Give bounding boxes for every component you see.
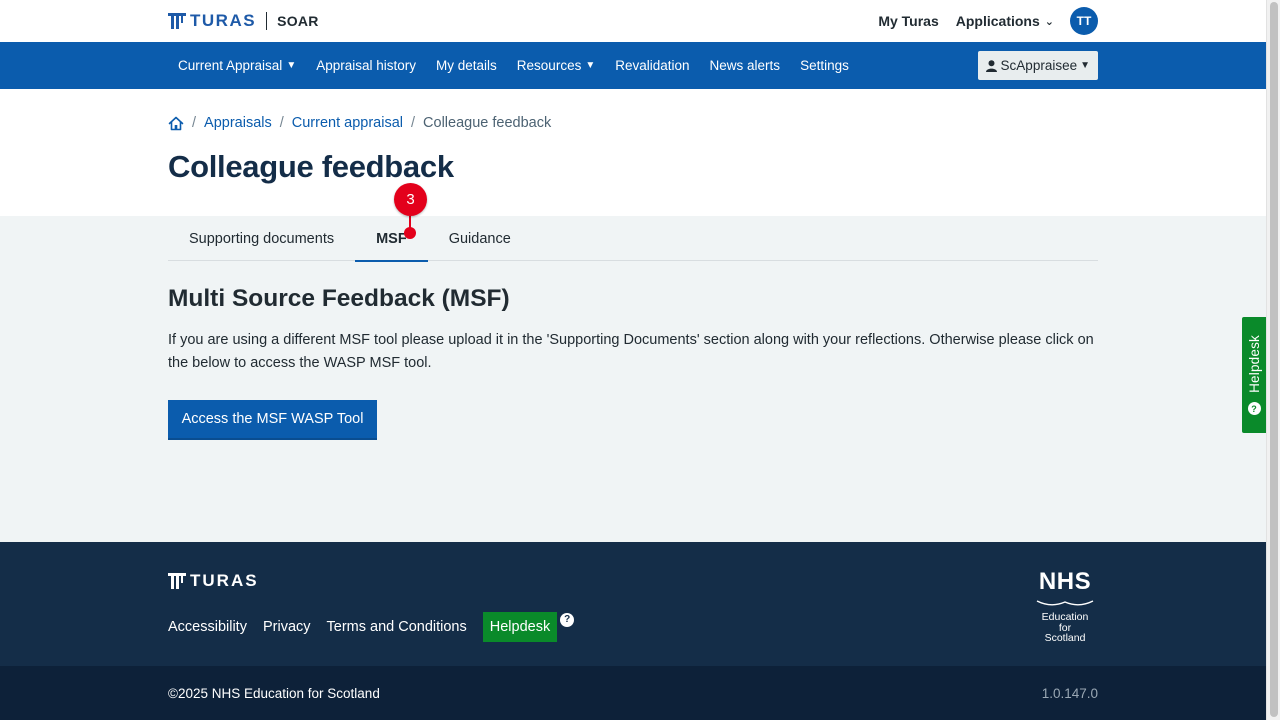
- section-description: If you are using a different MSF tool pl…: [168, 332, 1094, 371]
- nav-item-label: Resources: [516, 58, 582, 73]
- access-msf-wasp-tool-button[interactable]: Access the MSF WASP Tool: [168, 400, 377, 440]
- brand-divider: [266, 12, 268, 30]
- tab-msf[interactable]: MSF: [355, 216, 428, 262]
- nav-item-label: Current Appraisal: [178, 58, 283, 73]
- brand-name: TURAS: [190, 11, 257, 30]
- nhs-wordmark: NHS: [1038, 568, 1092, 595]
- copyright: ©2025 NHS Education for Scotland: [168, 686, 380, 701]
- tab-supporting-documents[interactable]: Supporting documents: [168, 216, 355, 261]
- turas-logo-icon: [168, 573, 186, 589]
- page: TURAS SOAR My Turas Applications ⌄ TT Cur…: [0, 0, 1266, 720]
- footer-brand: TURAS: [168, 571, 259, 591]
- nav-item-revalidation[interactable]: Revalidation: [615, 58, 689, 73]
- nav-item-news-alerts[interactable]: News alerts: [710, 58, 781, 73]
- breadcrumb-separator: /: [411, 115, 416, 131]
- nav-item-resources[interactable]: Resources ▼: [517, 58, 595, 73]
- top-header: TURAS SOAR My Turas Applications ⌄ TT: [0, 0, 1266, 42]
- breadcrumb-separator: /: [192, 115, 197, 131]
- nav-item-label: Appraisal history: [316, 58, 417, 73]
- help-icon: ?: [560, 612, 575, 627]
- nhs-wave-icon: [1036, 600, 1094, 606]
- step-marker: 3: [394, 183, 427, 216]
- nav-item-appraisal-history[interactable]: Appraisal history: [316, 58, 416, 73]
- footer-link-terms[interactable]: Terms and Conditions: [327, 619, 467, 635]
- breadcrumb-current-appraisal[interactable]: Current appraisal: [292, 115, 403, 131]
- top-links: My Turas Applications ⌄ TT: [861, 7, 1098, 35]
- footer: TURAS Accessibility Privacy Terms and Co…: [0, 542, 1266, 666]
- user-name: ScAppraisee: [1000, 58, 1078, 73]
- nav-item-current-appraisal[interactable]: Current Appraisal ▼: [168, 58, 296, 73]
- help-icon: ?: [1247, 402, 1261, 416]
- section-title: Multi Source Feedback (MSF): [168, 285, 510, 312]
- footer-brand-name: TURAS: [190, 571, 259, 590]
- nav-item-my-details[interactable]: My details: [436, 58, 497, 73]
- page-scrollbar[interactable]: [1266, 0, 1280, 720]
- app-version: 1.0.147.0: [1041, 686, 1098, 701]
- tab-guidance[interactable]: Guidance: [428, 216, 532, 261]
- nhs-sub-line-3: Scotland: [1044, 632, 1086, 644]
- chevron-down-icon: ▼: [1080, 60, 1090, 71]
- user-icon: [985, 59, 997, 72]
- nav-item-label: Revalidation: [615, 58, 690, 73]
- chevron-down-icon: ▼: [286, 60, 297, 71]
- chevron-down-icon: ⌄: [1044, 15, 1054, 28]
- footer-link-privacy[interactable]: Privacy: [263, 619, 311, 635]
- turas-logo-icon: [168, 13, 186, 29]
- nav-item-label: My details: [436, 58, 497, 73]
- home-icon[interactable]: [168, 116, 184, 131]
- main-nav: Current Appraisal ▼ Appraisal history My …: [0, 42, 1266, 89]
- avatar[interactable]: TT: [1070, 7, 1098, 35]
- user-menu-button[interactable]: ScAppraisee ▼: [977, 51, 1098, 80]
- breadcrumb-appraisals[interactable]: Appraisals: [204, 115, 272, 131]
- footer-link-accessibility[interactable]: Accessibility: [168, 619, 247, 635]
- applications-label: Applications: [955, 13, 1040, 29]
- nhs-sub-line-1: Education: [1041, 611, 1089, 623]
- nhs-education-scotland-logo: NHS Education for Scotland: [1032, 570, 1098, 644]
- nav-items: Current Appraisal ▼ Appraisal history My …: [168, 42, 869, 89]
- brand[interactable]: TURAS SOAR: [168, 11, 319, 31]
- app-name: SOAR: [277, 13, 319, 29]
- my-turas-link[interactable]: My Turas: [878, 13, 938, 29]
- footer-links: Accessibility Privacy Terms and Conditio…: [168, 612, 575, 642]
- title-area: / Appraisals / Current appraisal / Colle…: [0, 89, 1266, 216]
- nav-item-settings[interactable]: Settings: [800, 58, 849, 73]
- footer-helpdesk-button[interactable]: Helpdesk: [482, 612, 558, 642]
- nav-item-label: Settings: [800, 58, 849, 73]
- breadcrumb: / Appraisals / Current appraisal / Colle…: [168, 115, 551, 131]
- step-marker-dot: [404, 227, 416, 239]
- footer-bottom-bar: ©2025 NHS Education for Scotland 1.0.147…: [0, 666, 1266, 720]
- breadcrumb-current: Colleague feedback: [423, 115, 552, 131]
- scrollbar-thumb[interactable]: [1270, 2, 1278, 717]
- chevron-down-icon: ▼: [585, 60, 596, 71]
- tab-bar: Supporting documents MSF Guidance: [168, 216, 1098, 262]
- my-turas-label: My Turas: [878, 13, 939, 29]
- page-title: Colleague feedback: [168, 149, 454, 184]
- nav-item-label: News alerts: [709, 58, 781, 73]
- breadcrumb-separator: /: [279, 115, 284, 131]
- helpdesk-side-tab[interactable]: Helpdesk ?: [1242, 317, 1266, 433]
- applications-menu[interactable]: Applications ⌄: [956, 13, 1054, 29]
- main-content: Supporting documents MSF Guidance 3 Mult…: [0, 183, 1266, 542]
- helpdesk-side-label: Helpdesk: [1246, 334, 1262, 393]
